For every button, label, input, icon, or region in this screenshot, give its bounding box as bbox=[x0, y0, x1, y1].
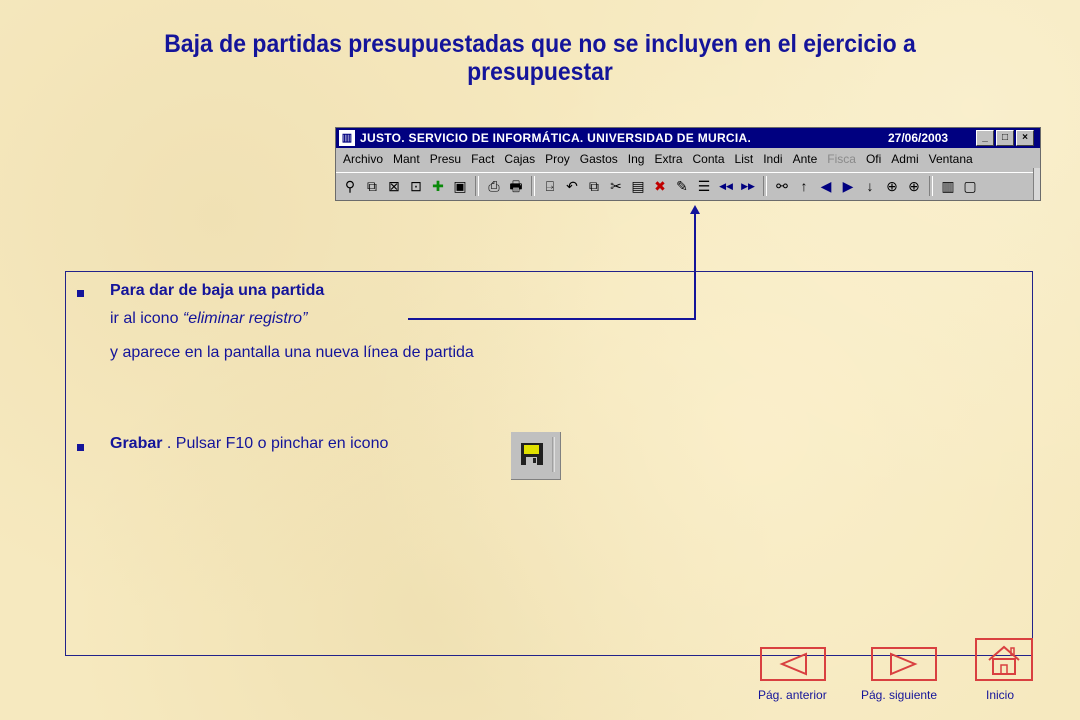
bullet-marker bbox=[77, 444, 84, 451]
window-title: JUSTO. SERVICIO DE INFORMÁTICA. UNIVERSI… bbox=[360, 131, 752, 145]
toolbar-separator bbox=[475, 176, 479, 196]
item1-line2-prefix: ir al icono bbox=[110, 310, 183, 327]
slide-title: Baja de partidas presupuestadas que no s… bbox=[164, 30, 916, 86]
next-page-button[interactable] bbox=[871, 647, 937, 681]
edit-icon[interactable]: ✎ bbox=[672, 176, 692, 196]
menu-bar: Archivo Mant Presu Fact Cajas Proy Gastos Ing Ex… bbox=[336, 149, 1040, 169]
next-icon[interactable]: ▶ bbox=[838, 176, 858, 196]
prev-page-label[interactable]: Pág. anterior bbox=[758, 688, 827, 702]
app-window-screenshot: ▥ JUSTO. SERVICIO DE INFORMÁTICA. UNIVER… bbox=[335, 127, 1041, 201]
minimize-button[interactable]: _ bbox=[976, 130, 994, 146]
toolbar-separator bbox=[531, 176, 535, 196]
window-titlebar: ▥ JUSTO. SERVICIO DE INFORMÁTICA. UNIVER… bbox=[336, 128, 1040, 148]
menu-item-extra[interactable]: Extra bbox=[654, 152, 682, 166]
item1-line2: ir al icono “eliminar registro” bbox=[110, 309, 307, 329]
menu-item-archivo[interactable]: Archivo bbox=[343, 152, 383, 166]
menu-item-ofi[interactable]: Ofi bbox=[866, 152, 881, 166]
maximize-button[interactable]: □ bbox=[996, 130, 1014, 146]
search-icon[interactable]: ⚯ bbox=[772, 176, 792, 196]
bullet-marker bbox=[77, 290, 84, 297]
delete-record-icon[interactable]: ✖ bbox=[650, 176, 670, 196]
menu-item-fisca[interactable]: Fisca bbox=[827, 152, 856, 166]
clipboard-icon[interactable]: ▥ bbox=[938, 176, 958, 196]
menu-item-mant[interactable]: Mant bbox=[393, 152, 420, 166]
eliminar-registro-text: “eliminar registro” bbox=[182, 310, 308, 327]
menu-item-ventana[interactable]: Ventana bbox=[929, 152, 973, 166]
menu-item-ante[interactable]: Ante bbox=[793, 152, 818, 166]
scrollbar[interactable] bbox=[1033, 168, 1040, 200]
toolbar-separator bbox=[929, 176, 933, 196]
print-icon[interactable]: 🖶 bbox=[506, 176, 526, 196]
copy-icon[interactable]: ⧉ bbox=[584, 176, 604, 196]
first-record-icon[interactable]: ◀◀ bbox=[716, 176, 736, 196]
menu-item-presu[interactable]: Presu bbox=[430, 152, 461, 166]
item2-bold: Grabar bbox=[110, 435, 163, 452]
item1-bold: Para dar de baja una partida bbox=[110, 282, 325, 299]
home-icon bbox=[988, 645, 1020, 675]
menu-item-fact[interactable]: Fact bbox=[471, 152, 494, 166]
zoom-in-icon[interactable]: ⊕ bbox=[882, 176, 902, 196]
undo-icon[interactable]: ↶ bbox=[562, 176, 582, 196]
exit-icon[interactable]: ⍈ bbox=[540, 176, 560, 196]
up-icon[interactable]: ↑ bbox=[794, 176, 814, 196]
previous-icon[interactable]: ◀ bbox=[816, 176, 836, 196]
home-button[interactable] bbox=[975, 638, 1033, 681]
app-logo-icon: ▥ bbox=[339, 130, 355, 146]
home-label[interactable]: Inicio bbox=[986, 688, 1014, 702]
menu-item-list[interactable]: List bbox=[735, 152, 754, 166]
down-icon[interactable]: ↓ bbox=[860, 176, 880, 196]
arrow-left-icon bbox=[779, 652, 807, 676]
toolbar-separator bbox=[763, 176, 767, 196]
prev-page-button[interactable] bbox=[760, 647, 826, 681]
item2-rest: . Pulsar F10 o pinchar en icono bbox=[162, 435, 389, 452]
save-icon bbox=[521, 437, 555, 472]
last-record-icon[interactable]: ▶▶ bbox=[738, 176, 758, 196]
menu-item-proy[interactable]: Proy bbox=[545, 152, 570, 166]
toolbar: ⚲ ⧉ ⊠ ⊡ ✚ ▣ ⎙ 🖶 ⍈ ↶ ⧉ ✂ ▤ ✖ ✎ ☰ ◀◀ ▶▶ ⚯ ↑ ◀ ▶ ↓ ⊕ ⊕ ▥ ▢ bbox=[336, 172, 1040, 199]
add-record-icon[interactable]: ✚ bbox=[428, 176, 448, 196]
multi-query-icon[interactable]: ⧉ bbox=[362, 176, 382, 196]
menu-item-indi[interactable]: Indi bbox=[763, 152, 782, 166]
menu-item-conta[interactable]: Conta bbox=[693, 152, 725, 166]
query-icon[interactable]: ⚲ bbox=[340, 176, 360, 196]
edit-list-icon[interactable]: ☰ bbox=[694, 176, 714, 196]
print-preview-icon[interactable]: ⎙ bbox=[484, 176, 504, 196]
close-button[interactable]: × bbox=[1016, 130, 1034, 146]
zoom-icon[interactable]: ⊕ bbox=[904, 176, 924, 196]
save-icon[interactable]: ▣ bbox=[450, 176, 470, 196]
item2-line: Grabar . Pulsar F10 o pinchar en icono bbox=[110, 434, 388, 454]
menu-item-gastos[interactable]: Gastos bbox=[580, 152, 618, 166]
execute-query-icon[interactable]: ⊡ bbox=[406, 176, 426, 196]
paste-icon[interactable]: ▤ bbox=[628, 176, 648, 196]
next-page-label[interactable]: Pág. siguiente bbox=[861, 688, 937, 702]
menu-item-ing[interactable]: Ing bbox=[628, 152, 645, 166]
item1-heading: Para dar de baja una partida bbox=[110, 281, 324, 301]
cut-icon[interactable]: ✂ bbox=[606, 176, 626, 196]
window-icon[interactable]: ▢ bbox=[960, 176, 980, 196]
menu-item-cajas[interactable]: Cajas bbox=[504, 152, 535, 166]
save-icon-screenshot bbox=[511, 432, 561, 480]
clear-query-icon[interactable]: ⊠ bbox=[384, 176, 404, 196]
arrow-right-icon bbox=[890, 652, 918, 676]
item1-line3: y aparece en la pantalla una nueva línea… bbox=[110, 344, 474, 361]
menu-item-admi[interactable]: Admi bbox=[891, 152, 918, 166]
window-date: 27/06/2003 bbox=[888, 131, 949, 145]
